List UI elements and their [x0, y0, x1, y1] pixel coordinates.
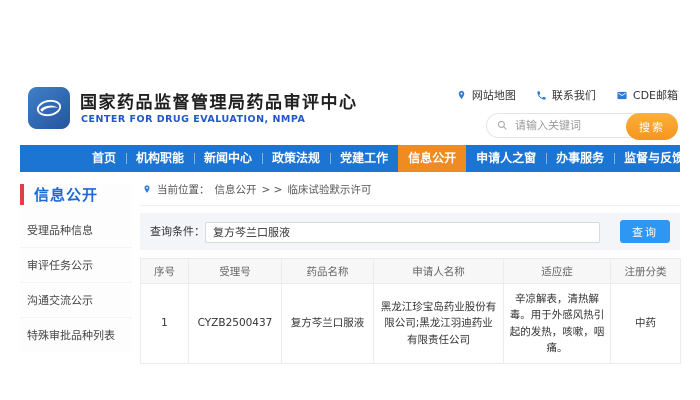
nav-item-supervision[interactable]: 监督与反馈 [614, 145, 694, 172]
breadcrumb-prefix: 当前位置： [157, 182, 210, 197]
main-nav: 首页 机构职能 新闻中心 政策法规 党建工作 信息公开 申请人之窗 办事服务 监… [20, 145, 680, 172]
col-header-applicant: 申请人名称 [374, 259, 504, 284]
sitemap-label: 网站地图 [472, 87, 516, 103]
query-input[interactable] [205, 222, 600, 243]
site-header: 国家药品监督管理局药品审评中心 CENTER FOR DRUG EVALUATI… [20, 75, 680, 145]
breadcrumb-separator: > > [262, 184, 283, 196]
results-table: 序号 受理号 药品名称 申请人名称 适应症 注册分类 1 CYZB2500437 [140, 258, 681, 364]
sitemap-link[interactable]: 网站地图 [456, 87, 516, 103]
nav-item-applicant-window[interactable]: 申请人之窗 [466, 145, 546, 172]
site-search-button[interactable]: 搜索 [626, 113, 678, 140]
site-search-bar: 搜索 [486, 113, 678, 138]
cell-index: 1 [141, 284, 189, 364]
sidebar: 信息公开 受理品种信息 审评任务公示 沟通交流公示 特殊审批品种列表 [20, 184, 132, 352]
sidebar-title: 信息公开 [20, 184, 132, 205]
col-header-acceptance-no: 受理号 [189, 259, 282, 284]
nav-item-news[interactable]: 新闻中心 [194, 145, 262, 172]
search-icon [496, 119, 509, 132]
col-header-drug-name: 药品名称 [282, 259, 374, 284]
query-button[interactable]: 查询 [620, 220, 670, 243]
contact-label: 联系我们 [552, 87, 596, 103]
nav-item-registration-platform[interactable]: 登记备案平台 [694, 145, 700, 172]
nav-item-functions[interactable]: 机构职能 [126, 145, 194, 172]
header-links: 网站地图 联系我们 CDE邮箱 [456, 87, 678, 103]
query-label: 查询条件： [150, 221, 205, 242]
envelope-icon [616, 90, 628, 101]
phone-icon [536, 90, 547, 101]
cde-website-page: 国家药品监督管理局药品审评中心 CENTER FOR DRUG EVALUATI… [0, 0, 700, 400]
breadcrumb: 当前位置： 信息公开 > > 临床试验默示许可 [140, 180, 680, 206]
site-subtitle: CENTER FOR DRUG EVALUATION, NMPA [81, 114, 305, 125]
contact-link[interactable]: 联系我们 [536, 87, 596, 103]
site-title: 国家药品监督管理局药品审评中心 [80, 88, 358, 113]
nav-item-info-disclosure[interactable]: 信息公开 [398, 145, 466, 172]
cde-logo-icon [34, 93, 64, 123]
nav-item-party[interactable]: 党建工作 [330, 145, 398, 172]
table-header-row: 序号 受理号 药品名称 申请人名称 适应症 注册分类 [141, 259, 681, 284]
sidebar-item-accepted-varieties[interactable]: 受理品种信息 [20, 213, 132, 248]
cell-applicant: 黑龙江珍宝岛药业股份有限公司;黑龙江羽迪药业有限责任公司 [374, 284, 504, 364]
query-bar: 查询条件： 查询 [140, 213, 680, 250]
cde-mail-label: CDE邮箱 [633, 87, 678, 103]
col-header-registration-class: 注册分类 [611, 259, 681, 284]
col-header-indication: 适应症 [504, 259, 611, 284]
location-pin-icon [456, 90, 467, 101]
main-panel: 当前位置： 信息公开 > > 临床试验默示许可 查询条件： 查询 [140, 180, 680, 364]
cell-registration-class: 中药 [611, 284, 681, 364]
nav-item-services[interactable]: 办事服务 [546, 145, 614, 172]
sidebar-item-review-tasks[interactable]: 审评任务公示 [20, 248, 132, 283]
cell-acceptance-no: CYZB2500437 [189, 284, 282, 364]
sidebar-item-communication[interactable]: 沟通交流公示 [20, 283, 132, 318]
sidebar-item-special-approval[interactable]: 特殊审批品种列表 [20, 318, 132, 352]
site-search-input[interactable] [515, 114, 620, 137]
breadcrumb-current: 临床试验默示许可 [287, 182, 371, 197]
cell-indication: 辛凉解表，清热解毒。用于外感风热引起的发热，咳嗽，咽痛。 [504, 284, 611, 364]
col-header-index: 序号 [141, 259, 189, 284]
cde-logo [28, 87, 70, 129]
cell-drug-name: 复方芩兰口服液 [282, 284, 374, 364]
location-pin-icon [142, 184, 152, 195]
nav-item-policies[interactable]: 政策法规 [262, 145, 330, 172]
nav-item-home[interactable]: 首页 [82, 145, 126, 172]
breadcrumb-section[interactable]: 信息公开 [215, 182, 257, 197]
cde-mail-link[interactable]: CDE邮箱 [616, 87, 678, 103]
table-row: 1 CYZB2500437 复方芩兰口服液 黑龙江珍宝岛药业股份有限公司;黑龙江… [141, 284, 681, 364]
